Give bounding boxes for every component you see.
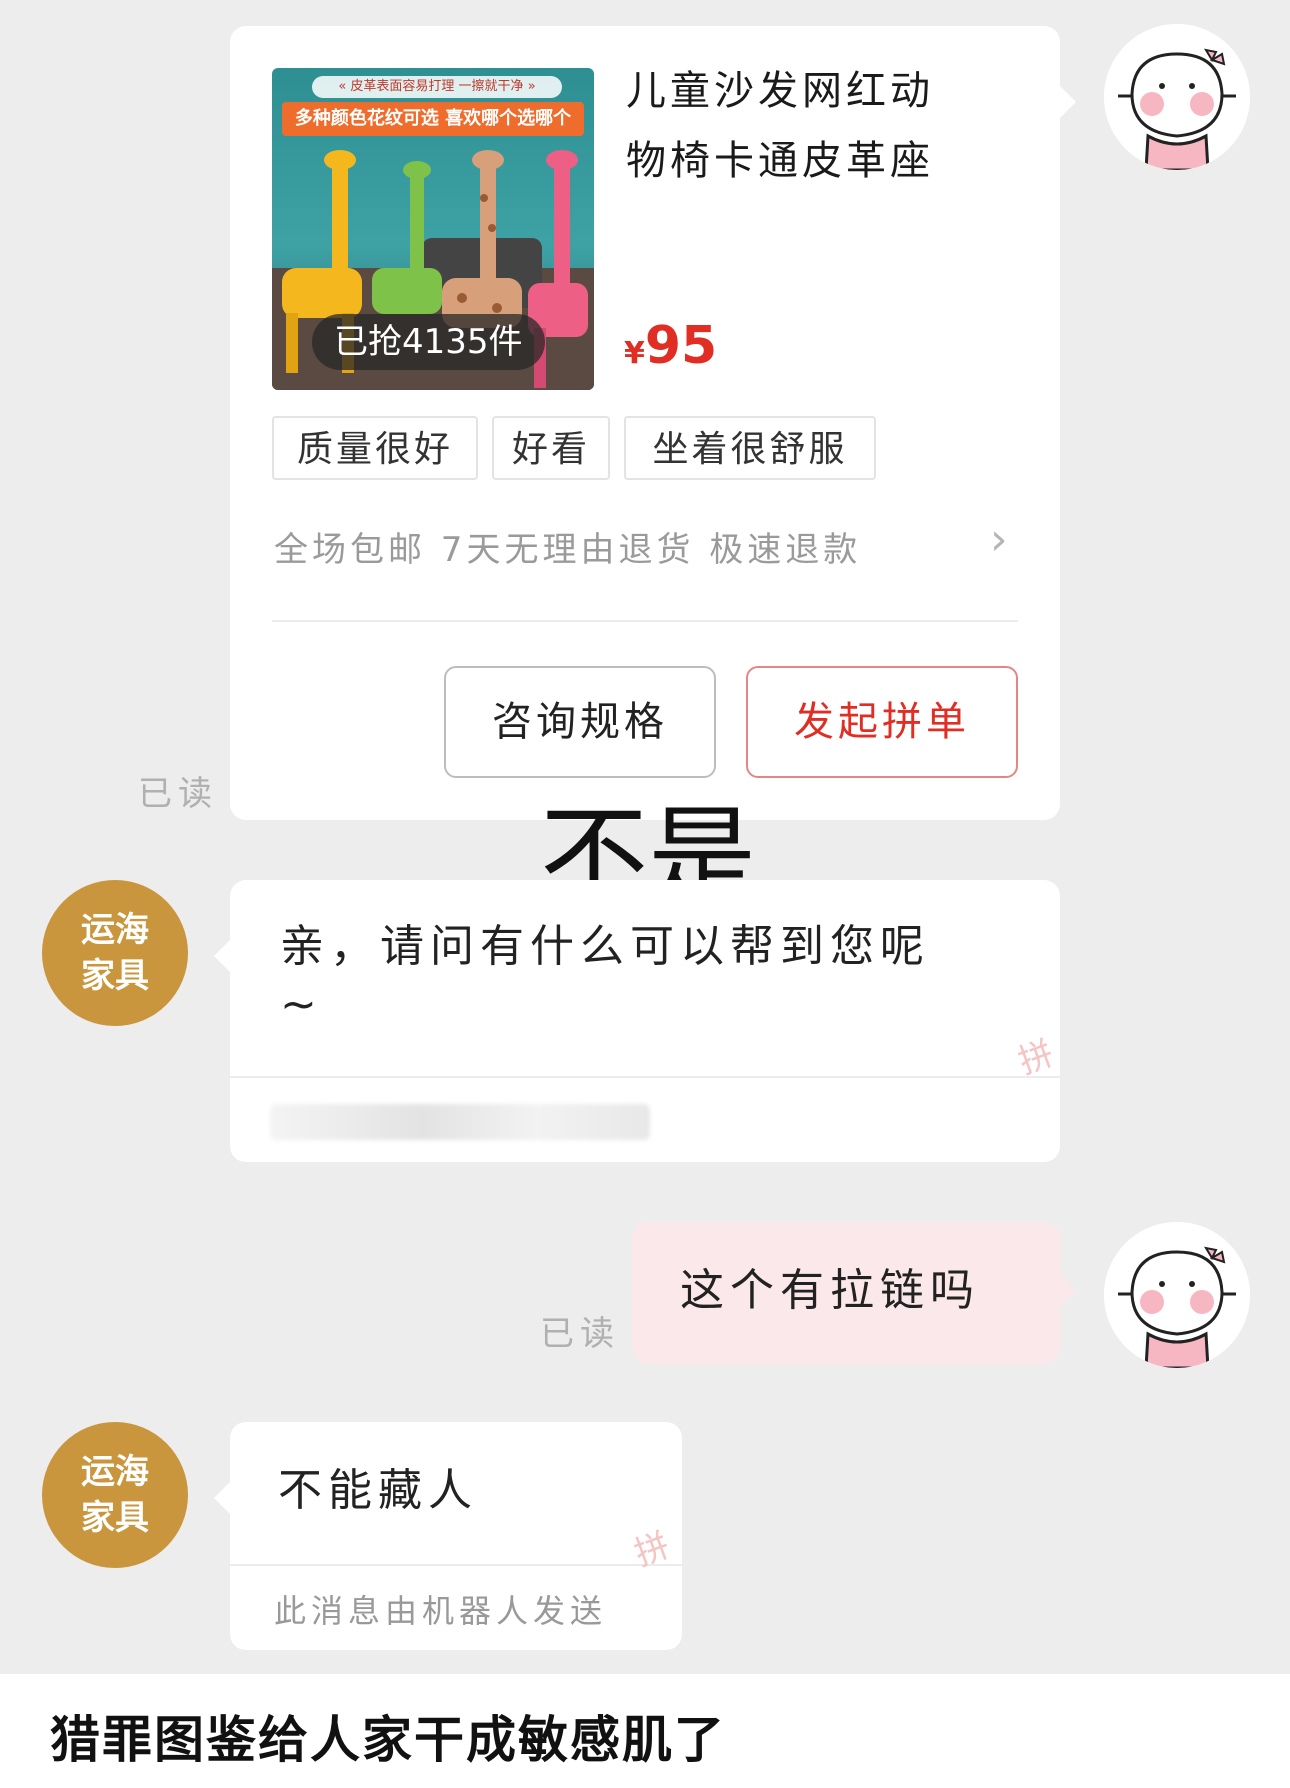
shop-avatar-line1: 运海 <box>81 1452 149 1492</box>
product-image[interactable]: « 皮革表面容易打理 一擦就干净 » 多种颜色花纹可选 喜欢哪个选哪个 已抢41… <box>272 68 594 390</box>
card-divider <box>272 620 1018 622</box>
shop-avatar[interactable]: 运海 家具 <box>42 880 188 1026</box>
bubble-divider <box>230 1076 1060 1078</box>
promo-line[interactable]: 全场包邮 7天无理由退货 极速退款 <box>274 522 861 571</box>
message-text: 亲，请问有什么可以帮到您呢 ~ <box>280 918 1040 1034</box>
review-tag[interactable]: 好看 <box>492 416 610 480</box>
shop-message-bubble[interactable]: 不能藏人 此消息由机器人发送 拼 <box>214 1422 682 1650</box>
group-buy-button[interactable]: 发起拼单 <box>746 666 1018 778</box>
message-text: 不能藏人 <box>278 1465 478 1516</box>
shop-avatar-line1: 运海 <box>81 910 149 950</box>
user-avatar[interactable] <box>1104 24 1250 170</box>
bubble-tail <box>214 1482 230 1514</box>
robot-sent-note: 此消息由机器人发送 <box>274 1592 608 1630</box>
bubble-divider <box>230 1564 682 1566</box>
cat-face-icon <box>1104 1222 1250 1368</box>
shop-avatar-line2: 家具 <box>81 1498 149 1538</box>
sold-count-badge: 已抢4135件 <box>312 314 545 370</box>
bottom-caption-bar: 猎罪图鉴给人家干成敏感肌了 <box>0 1674 1290 1788</box>
pinduoduo-watermark: 拼 <box>1013 1033 1060 1083</box>
product-card[interactable]: « 皮革表面容易打理 一擦就干净 » 多种颜色花纹可选 喜欢哪个选哪个 已抢41… <box>230 26 1076 820</box>
message-text-line1: 亲，请问有什么可以帮到您呢 <box>280 921 930 972</box>
product-title-line1: 儿童沙发网红动 <box>626 68 934 114</box>
bottom-caption: 猎罪图鉴给人家干成敏感肌了 <box>50 1711 726 1769</box>
product-title-line2: 物椅卡通皮革座 <box>626 138 934 184</box>
read-status: 已读 <box>540 1314 620 1354</box>
message-text-line2: ~ <box>280 979 323 1030</box>
pinduoduo-watermark: 拼 <box>629 1525 676 1575</box>
blurred-note <box>270 1104 650 1140</box>
review-tag[interactable]: 坐着很舒服 <box>624 416 876 480</box>
chevron-right-icon[interactable]: › <box>990 514 1008 565</box>
bubble-tail <box>1060 86 1076 118</box>
shop-avatar[interactable]: 运海 家具 <box>42 1422 188 1568</box>
read-status: 已读 <box>138 774 218 814</box>
shop-avatar-line2: 家具 <box>81 956 149 996</box>
message-text: 这个有拉链吗 <box>680 1265 980 1316</box>
review-tag[interactable]: 质量很好 <box>272 416 478 480</box>
cat-face-icon <box>1104 24 1250 170</box>
price-value: 95 <box>644 316 718 376</box>
image-banner-top: « 皮革表面容易打理 一擦就干净 » <box>312 76 562 98</box>
product-price: ¥95 <box>624 316 717 376</box>
shop-message-bubble[interactable]: 亲，请问有什么可以帮到您呢 ~ 拼 <box>214 880 1060 1162</box>
price-currency: ¥ <box>624 336 645 371</box>
consult-spec-button[interactable]: 咨询规格 <box>444 666 716 778</box>
user-message-bubble[interactable]: 这个有拉链吗 <box>632 1222 1076 1364</box>
product-title[interactable]: 儿童沙发网红动 物椅卡通皮革座 <box>626 56 1046 196</box>
image-banner-main: 多种颜色花纹可选 喜欢哪个选哪个 <box>282 102 584 136</box>
bubble-tail <box>214 940 230 972</box>
bubble-tail <box>1060 1274 1076 1306</box>
user-avatar[interactable] <box>1104 1222 1250 1368</box>
